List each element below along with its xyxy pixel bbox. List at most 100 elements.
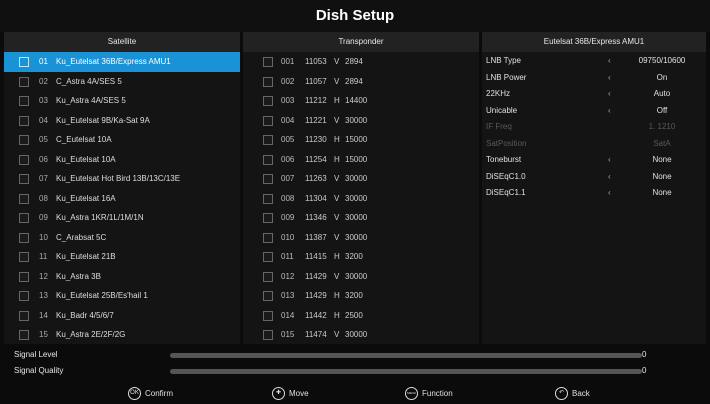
satellite-checkbox[interactable] — [19, 213, 29, 223]
transponder-frequency: 11057 — [305, 76, 327, 86]
satellite-checkbox[interactable] — [19, 76, 29, 87]
transponder-polarization: V — [334, 76, 340, 86]
satellite-row[interactable]: 05 C_Eutelsat 10A — [4, 130, 240, 150]
setting-row[interactable]: Unicable‹Off› — [482, 103, 706, 120]
transponder-row[interactable]: 008 11304 V 30000 — [243, 189, 479, 209]
satellite-name: Ku_Eutelsat 21B — [56, 252, 116, 261]
transponder-row[interactable]: 009 11346 V 30000 — [243, 208, 479, 228]
transponder-checkbox[interactable] — [263, 115, 273, 126]
satellite-checkbox[interactable] — [19, 115, 29, 126]
satellite-row[interactable]: 09 Ku_Astra 1KR/1L/1M/1N — [4, 208, 240, 228]
transponder-polarization: V — [334, 174, 340, 183]
setting-label: DiSEqC1.1 — [486, 188, 526, 197]
transponder-number: 010 — [281, 232, 295, 242]
transponder-checkbox[interactable] — [263, 135, 273, 145]
back-icon: ↶ — [555, 387, 568, 401]
transponder-checkbox[interactable] — [263, 76, 273, 87]
transponder-row[interactable]: 013 11429 H 3200 — [243, 286, 479, 306]
signal-level-label: Signal Level — [14, 350, 58, 359]
left-arrow-icon[interactable]: ‹ — [608, 53, 611, 70]
transponder-checkbox[interactable] — [263, 232, 273, 243]
transponder-checkbox[interactable] — [263, 193, 273, 204]
transponder-row[interactable]: 004 11221 V 30000 — [243, 111, 479, 131]
satellite-name: Ku_Astra 1KR/1L/1M/1N — [56, 213, 144, 222]
transponder-checkbox[interactable] — [263, 291, 273, 301]
transponder-row[interactable]: 007 11263 V 30000 — [243, 169, 479, 189]
back-hint[interactable]: ↶ Back — [555, 384, 590, 404]
satellite-row[interactable]: 03 Ku_Astra 4A/SES 5 — [4, 91, 240, 111]
settings-header: Eutelsat 36B/Express AMU1 — [482, 32, 706, 52]
satellite-row[interactable]: 01 Ku_Eutelsat 36B/Express AMU1 — [4, 52, 240, 72]
transponder-checkbox[interactable] — [263, 57, 273, 67]
satellite-checkbox[interactable] — [19, 154, 29, 165]
transponder-checkbox[interactable] — [263, 213, 273, 223]
transponder-row[interactable]: 006 11254 H 15000 — [243, 150, 479, 170]
satellite-checkbox[interactable] — [19, 96, 29, 106]
satellite-row[interactable]: 07 Ku_Eutelsat Hot Bird 13B/13C/13E — [4, 169, 240, 189]
transponder-row[interactable]: 003 11212 H 14400 — [243, 91, 479, 111]
left-arrow-icon[interactable]: ‹ — [608, 152, 611, 169]
transponder-symbol-rate: 14400 — [345, 96, 368, 105]
satellite-number: 12 — [39, 271, 48, 281]
move-hint[interactable]: ✚ Move — [272, 384, 309, 404]
satellite-row[interactable]: 14 Ku_Badr 4/5/6/7 — [4, 306, 240, 326]
satellite-checkbox[interactable] — [19, 271, 29, 282]
satellite-row[interactable]: 04 Ku_Eutelsat 9B/Ka-Sat 9A — [4, 111, 240, 131]
transponder-checkbox[interactable] — [263, 310, 273, 321]
satellite-row[interactable]: 13 Ku_Eutelsat 25B/Es'hail 1 — [4, 286, 240, 306]
setting-label: LNB Power — [486, 72, 527, 82]
satellite-header: Satellite — [4, 32, 240, 52]
satellite-checkbox[interactable] — [19, 232, 29, 243]
transponder-symbol-rate: 15000 — [345, 135, 368, 144]
transponder-number: 007 — [281, 174, 295, 183]
satellite-checkbox[interactable] — [19, 57, 29, 67]
satellite-checkbox[interactable] — [19, 193, 29, 204]
satellite-checkbox[interactable] — [19, 310, 29, 321]
satellite-checkbox[interactable] — [19, 135, 29, 145]
satellite-number: 03 — [39, 96, 48, 105]
left-arrow-icon[interactable]: ‹ — [608, 169, 611, 186]
left-arrow-icon[interactable]: ‹ — [608, 86, 611, 103]
transponder-row[interactable]: 014 11442 H 2500 — [243, 306, 479, 326]
satellite-row[interactable]: 11 Ku_Eutelsat 21B — [4, 247, 240, 267]
transponder-row[interactable]: 002 11057 V 2894 — [243, 72, 479, 92]
left-arrow-icon[interactable]: ‹ — [608, 103, 611, 120]
transponder-row[interactable]: 001 11053 V 2894 — [243, 52, 479, 72]
satellite-checkbox[interactable] — [19, 330, 29, 340]
setting-row[interactable]: LNB Type‹09750/10600› — [482, 53, 706, 70]
setting-row[interactable]: DiSEqC1.1‹None› — [482, 185, 706, 202]
transponder-checkbox[interactable] — [263, 154, 273, 165]
left-arrow-icon[interactable]: ‹ — [608, 185, 611, 202]
transponder-checkbox[interactable] — [263, 96, 273, 106]
transponder-checkbox[interactable] — [263, 252, 273, 262]
satellite-row[interactable]: 12 Ku_Astra 3B — [4, 267, 240, 287]
transponder-checkbox[interactable] — [263, 330, 273, 340]
transponder-row[interactable]: 005 11230 H 15000 — [243, 130, 479, 150]
transponder-row[interactable]: 010 11387 V 30000 — [243, 228, 479, 248]
transponder-frequency: 11474 — [305, 330, 327, 339]
satellite-checkbox[interactable] — [19, 252, 29, 262]
satellite-checkbox[interactable] — [19, 174, 29, 184]
function-hint[interactable]: MENU Function — [405, 384, 453, 404]
satellite-row[interactable]: 08 Ku_Eutelsat 16A — [4, 189, 240, 209]
transponder-row[interactable]: 012 11429 V 30000 — [243, 267, 479, 287]
transponder-row[interactable]: 015 11474 V 30000 — [243, 325, 479, 344]
satellite-row[interactable]: 15 Ku_Astra 2E/2F/2G — [4, 325, 240, 344]
setting-row[interactable]: LNB Power‹On› — [482, 70, 706, 87]
confirm-hint[interactable]: OK Confirm — [128, 384, 173, 404]
setting-row[interactable]: 22KHz‹Auto› — [482, 86, 706, 103]
transponder-symbol-rate: 30000 — [345, 232, 368, 242]
satellite-checkbox[interactable] — [19, 291, 29, 301]
transponder-checkbox[interactable] — [263, 271, 273, 282]
satellite-number: 14 — [39, 310, 48, 320]
transponder-row[interactable]: 011 11415 H 3200 — [243, 247, 479, 267]
satellite-row[interactable]: 06 Ku_Eutelsat 10A — [4, 150, 240, 170]
transponder-checkbox[interactable] — [263, 174, 273, 184]
transponder-number: 009 — [281, 213, 295, 222]
satellite-row[interactable]: 10 C_Arabsat 5C — [4, 228, 240, 248]
left-arrow-icon[interactable]: ‹ — [608, 70, 611, 87]
setting-row[interactable]: Toneburst‹None› — [482, 152, 706, 169]
satellite-row[interactable]: 02 C_Astra 4A/SES 5 — [4, 72, 240, 92]
setting-row[interactable]: DiSEqC1.0‹None› — [482, 169, 706, 186]
transponder-polarization: H — [334, 252, 340, 261]
